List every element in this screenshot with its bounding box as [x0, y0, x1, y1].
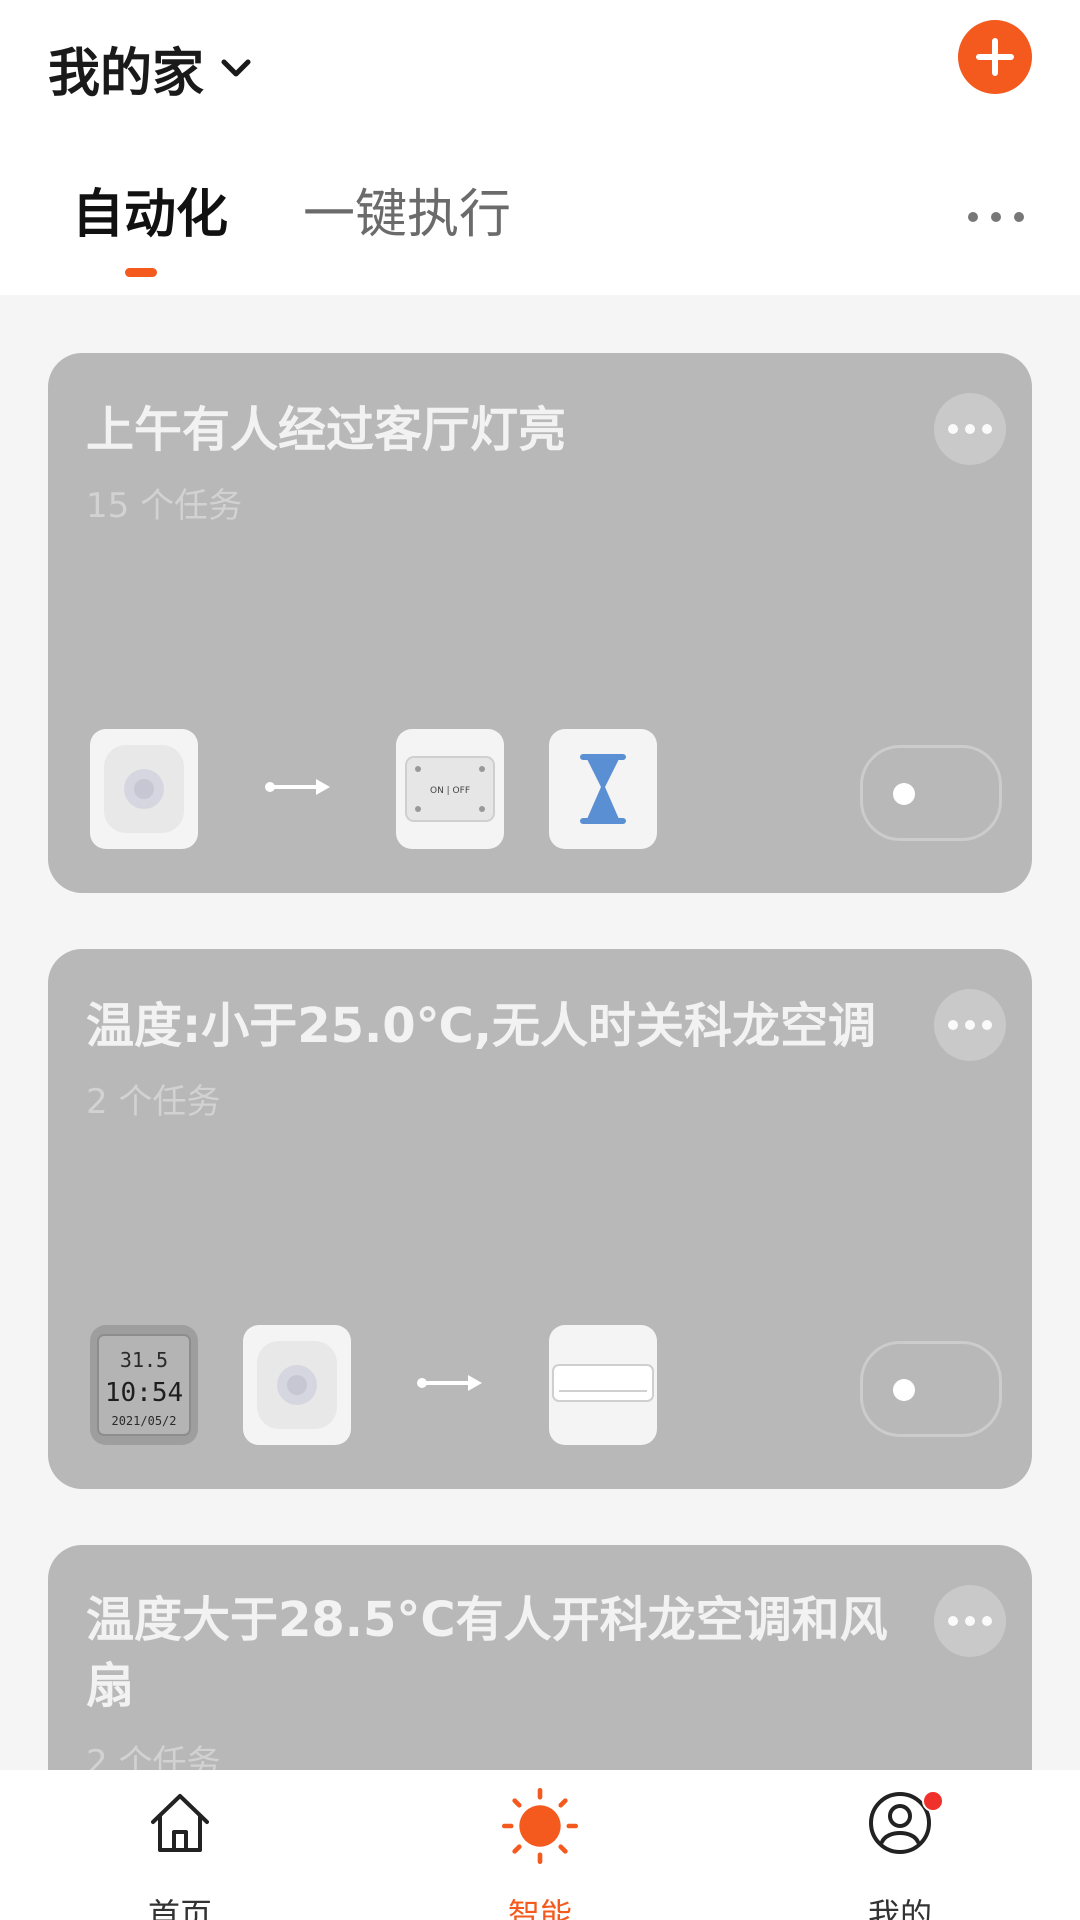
card-task-count: 2 个任务: [86, 1082, 221, 1122]
sun-icon: [502, 1788, 578, 1864]
nav-smart[interactable]: 智能: [440, 1770, 640, 1920]
tab-automation[interactable]: 自动化: [72, 180, 228, 250]
thermometer-display-icon: 31.5 10:54 2021/05/2: [90, 1325, 198, 1445]
nav-home-label: 首页: [147, 1896, 212, 1920]
nav-profile[interactable]: 我的: [800, 1770, 1000, 1920]
card-task-count: 15 个任务: [86, 486, 243, 526]
card-more-button[interactable]: [934, 1585, 1006, 1657]
add-button[interactable]: [958, 20, 1032, 94]
automation-card[interactable]: 上午有人经过客厅灯亮 15 个任务 ON | OFF: [48, 353, 1032, 893]
card-title: 温度:小于25.0℃,无人时关科龙空调: [86, 998, 876, 1054]
motion-sensor-icon: [90, 729, 198, 849]
display-date: 2021/05/2: [111, 1414, 176, 1428]
hourglass-icon: [549, 729, 657, 849]
motion-sensor-icon: [243, 1325, 351, 1445]
wall-switch-icon: ON | OFF: [396, 729, 504, 849]
nav-profile-label: 我的: [867, 1896, 932, 1920]
nav-smart-label: 智能: [507, 1896, 572, 1920]
air-conditioner-icon: [549, 1325, 657, 1445]
home-title: 我的家: [48, 43, 205, 104]
switch-label: ON | OFF: [430, 786, 470, 796]
notification-dot: [922, 1790, 944, 1812]
home-icon: [151, 1794, 209, 1852]
card-title: 上午有人经过客厅灯亮: [86, 402, 567, 458]
display-temp: 31.5: [120, 1348, 168, 1372]
tab-one-click[interactable]: 一键执行: [303, 180, 511, 250]
nav-home[interactable]: 首页: [80, 1770, 280, 1920]
card-title: 温度大于28.5°C有人开科龙空调和风扇: [86, 1592, 888, 1714]
active-tab-indicator: [125, 268, 157, 277]
display-time: 10:54: [105, 1378, 183, 1408]
plus-icon: [976, 38, 1014, 76]
bottom-navigation: 首页 智能 我的: [0, 1770, 1080, 1920]
home-selector[interactable]: 我的家: [48, 28, 254, 108]
chevron-down-icon: [221, 59, 251, 77]
more-options-icon[interactable]: [968, 205, 1024, 229]
automation-toggle[interactable]: [860, 745, 1002, 841]
card-more-button[interactable]: [934, 989, 1006, 1061]
arrow-right-icon: [417, 1375, 482, 1391]
card-more-button[interactable]: [934, 393, 1006, 465]
automation-toggle[interactable]: [860, 1341, 1002, 1437]
automation-card[interactable]: 温度:小于25.0℃,无人时关科龙空调 2 个任务 31.5 10:54 202…: [48, 949, 1032, 1489]
header: 我的家 自动化 一键执行: [0, 0, 1080, 295]
arrow-right-icon: [265, 779, 330, 795]
